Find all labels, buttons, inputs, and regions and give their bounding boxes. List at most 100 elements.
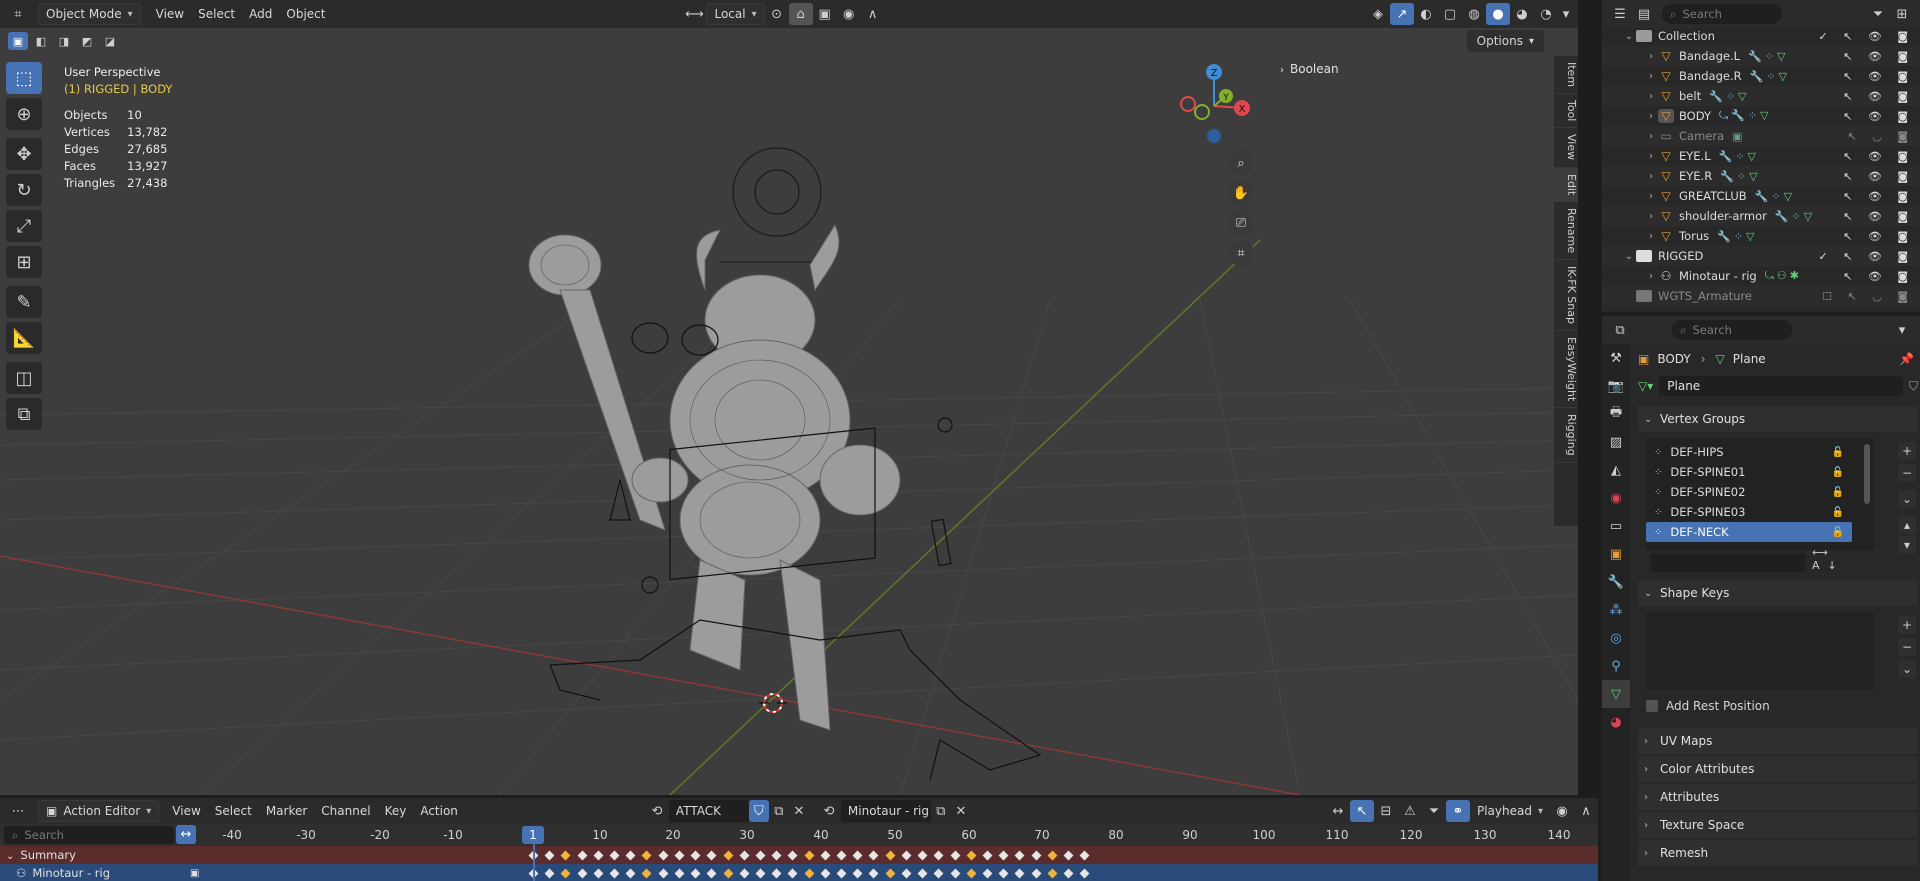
chevron-right-icon[interactable]: › bbox=[1644, 151, 1658, 162]
pivot-point-icon[interactable]: ⊙ bbox=[765, 3, 789, 25]
cursor-tool-icon[interactable]: ⊕ bbox=[6, 98, 42, 130]
chevron-right-icon[interactable]: › bbox=[1644, 131, 1658, 142]
current-frame-badge[interactable]: 1 bbox=[522, 826, 544, 844]
chevron-right-icon[interactable]: › bbox=[1644, 231, 1658, 242]
add-cube-icon[interactable]: ◫ bbox=[6, 362, 42, 394]
action-name-field[interactable]: ATTACK bbox=[668, 800, 749, 822]
shading-options-icon[interactable]: ▾ bbox=[1558, 3, 1574, 25]
outliner-row[interactable]: › ▽ Bandage.L 🔧⁘▽ ↖ 👁 ◙ bbox=[1602, 46, 1920, 66]
menu-object[interactable]: Object bbox=[279, 3, 332, 25]
new-collection-icon[interactable]: ⊞ bbox=[1890, 3, 1914, 25]
annotate-tool-icon[interactable]: ✎ bbox=[6, 286, 42, 318]
timeline-ruler[interactable]: ⌕ Search ↔ -40 -30 -20 -10 10 20 30 40 50… bbox=[0, 824, 1598, 846]
row-visibility-icons[interactable]: ↖ 👁 ◙ bbox=[1843, 50, 1914, 63]
falloff-icon[interactable]: ∧ bbox=[861, 3, 885, 25]
filter-icon[interactable]: ⏷ bbox=[1422, 800, 1446, 822]
list-item-selected[interactable]: ⁘ DEF-NECK 🔓 bbox=[1646, 522, 1852, 542]
vertex-groups-panel-header[interactable]: ⌄ Vertex Groups bbox=[1638, 406, 1918, 432]
row-visibility-icons[interactable]: ↖ 👁 ◙ bbox=[1843, 270, 1914, 283]
tab-ik-fk-snap[interactable]: IK-FK Snap bbox=[1554, 260, 1578, 331]
outliner-row[interactable]: › ▽ Bandage.R 🔧⁘▽ ↖ 👁 ◙ bbox=[1602, 66, 1920, 86]
fake-user-shield-icon[interactable]: ⛉ bbox=[1909, 379, 1918, 394]
action-editor[interactable]: ⋯ ▣ Action Editor View Select Marker Chan… bbox=[0, 798, 1598, 881]
outliner-row[interactable]: › ▽ GREATCLUB 🔧⁘▽ ↖ 👁 ◙ bbox=[1602, 186, 1920, 206]
row-visibility-icons[interactable]: ↖ 👁 ◙ bbox=[1843, 110, 1914, 123]
outliner-row[interactable]: › ▭ Camera ▣ ↖ ◡ ◙ bbox=[1602, 126, 1920, 146]
row-visibility-icons[interactable]: ↖ 👁 ◙ bbox=[1843, 170, 1914, 183]
chevron-down-icon[interactable]: ▾ bbox=[1890, 319, 1914, 341]
chevron-right-icon[interactable]: › bbox=[1644, 71, 1658, 82]
menu-marker[interactable]: Marker bbox=[259, 800, 314, 822]
proportional-edit-icon[interactable]: ◉ bbox=[837, 3, 861, 25]
gizmo-neg-x[interactable] bbox=[1180, 96, 1196, 112]
select-extend-icon[interactable]: ◧ bbox=[31, 32, 51, 50]
remesh-panel-header[interactable]: › Remesh bbox=[1638, 840, 1918, 866]
zoom-icon[interactable]: ⌕ bbox=[1228, 150, 1254, 176]
filter-icon[interactable]: ⏷ bbox=[1866, 3, 1890, 25]
row-visibility-icons[interactable]: ✓ ↖ 👁 ◙ bbox=[1818, 30, 1914, 43]
unlock-icon[interactable]: 🔓 bbox=[1832, 527, 1844, 538]
sort-icons[interactable]: ⟷ A↓ bbox=[1812, 546, 1874, 572]
list-item[interactable]: ⁘ DEF-SPINE01 🔓 bbox=[1646, 462, 1852, 482]
display-mode-icon[interactable]: ▤ bbox=[1632, 3, 1656, 25]
pan-hand-icon[interactable]: ✋ bbox=[1228, 180, 1254, 206]
texture-space-panel-header[interactable]: › Texture Space bbox=[1638, 812, 1918, 838]
shape-key-menu-icon[interactable]: ⌄ bbox=[1898, 660, 1916, 678]
move-tool-icon[interactable]: ✥ bbox=[6, 138, 42, 170]
gizmo-neg-z[interactable] bbox=[1207, 129, 1221, 143]
list-scrollbar[interactable] bbox=[1864, 444, 1870, 504]
output-tab-icon[interactable]: 🖶 bbox=[1602, 400, 1630, 428]
menu-key[interactable]: Key bbox=[378, 800, 414, 822]
chevron-right-icon[interactable]: › bbox=[1644, 171, 1658, 182]
row-visibility-icons[interactable]: ↖ 👁 ◙ bbox=[1843, 150, 1914, 163]
menu-channel[interactable]: Channel bbox=[314, 800, 377, 822]
snap-target-icon[interactable]: ▣ bbox=[813, 3, 837, 25]
outliner-row[interactable]: › ▽ Torus 🔧⁘▽ ↖ 👁 ◙ bbox=[1602, 226, 1920, 246]
tab-rigging[interactable]: Rigging bbox=[1554, 408, 1578, 463]
vertex-group-menu-icon[interactable]: ⌄ bbox=[1898, 490, 1916, 508]
outliner-editor-icon[interactable]: ☰ bbox=[1608, 3, 1632, 25]
menu-select[interactable]: Select bbox=[208, 800, 259, 822]
chevron-right-icon[interactable]: › bbox=[1644, 271, 1658, 282]
move-down-icon[interactable]: ▾ bbox=[1898, 536, 1916, 554]
scale-tool-icon[interactable]: ⤢ bbox=[6, 210, 42, 242]
physics-tab-icon[interactable]: ◎ bbox=[1602, 624, 1630, 652]
gizmo-neg-y[interactable] bbox=[1194, 104, 1210, 120]
chevron-right-icon[interactable]: › bbox=[1644, 51, 1658, 62]
summary-channel[interactable]: ⌄ Summary bbox=[0, 846, 1598, 864]
mesh-icon[interactable]: ▽▾ bbox=[1638, 379, 1653, 393]
menu-view[interactable]: View bbox=[165, 800, 207, 822]
shading-rendered-icon[interactable]: ◔ bbox=[1534, 3, 1558, 25]
transform-tool-icon[interactable]: ⊞ bbox=[6, 246, 42, 278]
snap-icon[interactable]: ⌂ bbox=[788, 3, 813, 25]
shape-keys-panel-header[interactable]: ⌄ Shape Keys bbox=[1638, 580, 1918, 606]
auto-snapping-icon[interactable]: ⚭ bbox=[1445, 800, 1470, 822]
select-box-icon[interactable]: ⬚ bbox=[6, 62, 42, 94]
attributes-panel-header[interactable]: › Attributes bbox=[1638, 784, 1918, 810]
tool-tab-icon[interactable]: ⚒ bbox=[1602, 344, 1630, 372]
unlink-slot-icon[interactable]: ✕ bbox=[951, 800, 971, 822]
move-up-icon[interactable]: ▴ bbox=[1898, 516, 1916, 534]
object-tab-icon[interactable]: ▣ bbox=[1602, 540, 1630, 568]
mode-dropdown[interactable]: Object Mode bbox=[38, 3, 141, 25]
fake-user-shield-icon[interactable]: ⛉ bbox=[748, 800, 769, 822]
modifier-tab-icon[interactable]: 🔧 bbox=[1602, 568, 1630, 596]
duplicate-slot-icon[interactable]: ⧉ bbox=[931, 800, 951, 822]
vertex-group-list[interactable]: ⁘ DEF-HIPS 🔓 ⁘ DEF-SPINE01 🔓 ⁘ DEF-SPINE02 🔓 ⁘… bbox=[1646, 438, 1874, 572]
outliner[interactable]: ☰ ▤ ⌕ Search ⏷ ⊞ ⌄ Collection ✓ ↖ 👁 ◙ › ▽ Ban… bbox=[1602, 0, 1920, 312]
show-errors-icon[interactable]: ⚠ bbox=[1398, 800, 1422, 822]
add-rest-position-checkbox[interactable]: Add Rest Position bbox=[1646, 694, 1918, 718]
rig-channel[interactable]: ⚇ Minotaur - rig ▣ bbox=[0, 864, 1598, 881]
row-visibility-icons[interactable]: ✓ ↖ 👁 ◙ bbox=[1818, 250, 1914, 263]
list-item[interactable]: ⁘ DEF-SPINE03 🔓 bbox=[1646, 502, 1852, 522]
channel-toggle-icon[interactable]: ▣ bbox=[190, 868, 199, 879]
add-shape-key-icon[interactable]: + bbox=[1898, 616, 1916, 634]
pin-icon[interactable]: 📌 bbox=[1899, 352, 1914, 366]
tab-item[interactable]: Item bbox=[1554, 56, 1578, 95]
outliner-row[interactable]: ⌄ Collection ✓ ↖ 👁 ◙ bbox=[1602, 26, 1920, 46]
view-layer-tab-icon[interactable]: ▨ bbox=[1602, 428, 1630, 456]
shading-wireframe-icon[interactable]: ◍ bbox=[1462, 3, 1486, 25]
outliner-row[interactable]: › ▽ EYE.L 🔧⁘▽ ↖ 👁 ◙ bbox=[1602, 146, 1920, 166]
list-filter-input[interactable] bbox=[1650, 554, 1806, 572]
extra-tool-icon[interactable]: ⧉ bbox=[6, 398, 42, 430]
